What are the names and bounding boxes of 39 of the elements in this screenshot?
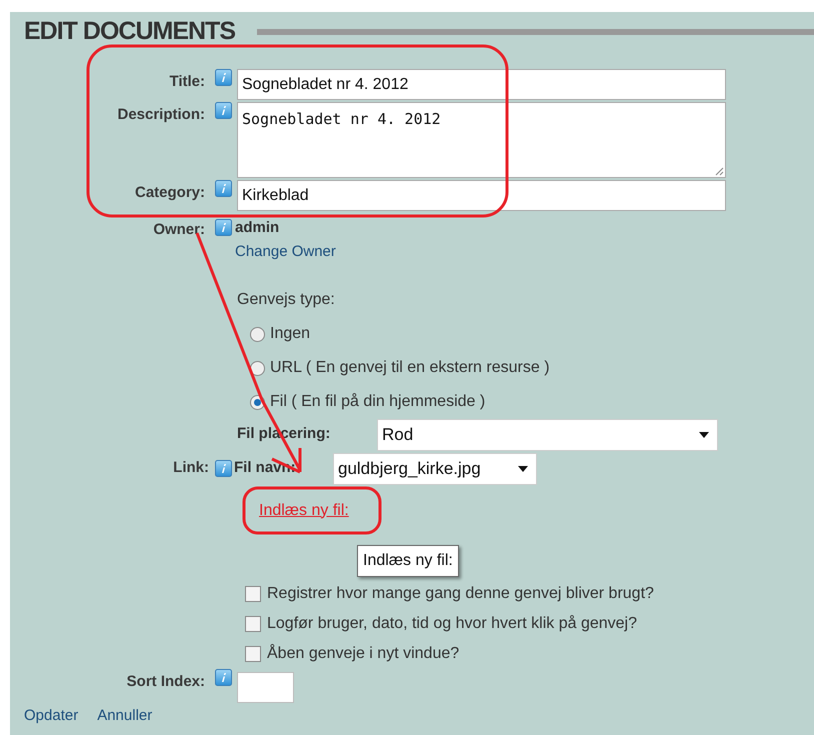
checkbox[interactable] [245, 616, 261, 632]
info-icon[interactable] [215, 460, 232, 477]
sort-index-input[interactable] [237, 672, 294, 702]
caret-icon [699, 432, 709, 438]
action-link[interactable]: Annuller [97, 704, 152, 727]
owner-label: Owner: [152, 220, 206, 240]
action-link[interactable]: Opdater [24, 704, 78, 727]
checkbox-label: Logfør bruger, dato, tid og hvor hvert klik på genvej? [267, 614, 637, 634]
tooltip: Indlæs ny fil: [357, 544, 459, 576]
checkbox[interactable] [245, 586, 261, 602]
radio-label: Fil ( En fil på din hjemmeside ) [270, 392, 486, 412]
change-owner-link[interactable]: Change Owner [235, 241, 336, 264]
page-heading: EDIT DOCUMENTS [24, 16, 235, 48]
text-input[interactable]: Kirkeblad [237, 180, 726, 211]
file-location-select[interactable]: Rod [377, 418, 718, 450]
info-icon[interactable] [215, 668, 232, 686]
radio-button[interactable] [250, 326, 265, 342]
radio-label: Ingen [270, 324, 310, 344]
owner-value: admin [235, 219, 280, 237]
radio-button[interactable] [250, 360, 265, 376]
field-label: Description: [116, 105, 206, 125]
caret-icon [518, 466, 528, 472]
text-input[interactable]: Sognebladet nr 4. 2012 [237, 69, 726, 100]
radio-label: URL ( En genvej til en ekstern resurse ) [270, 358, 550, 378]
info-icon[interactable] [215, 69, 232, 86]
field-label: Title: [168, 72, 206, 92]
checkbox-label: Registrer hvor mange gang denne genvej bliver brugt? [267, 584, 654, 604]
field-label: Category: [134, 183, 206, 203]
description-textarea[interactable]: Sognebladet nr 4. 2012 [237, 102, 726, 178]
info-icon[interactable] [215, 102, 232, 119]
checkbox-label: Åben genveje i nyt vindue? [267, 643, 460, 664]
shortcut-type-label: Genvejs type: [237, 290, 336, 310]
file-name-select[interactable]: guldbjerg_kirke.jpg [333, 452, 537, 484]
link-label: Link: [172, 458, 210, 478]
resize-grip-icon[interactable] [715, 167, 724, 176]
info-icon[interactable] [215, 219, 232, 236]
sort-index-label: Sort Index: [126, 672, 206, 692]
info-icon[interactable] [215, 180, 232, 197]
checkbox[interactable] [245, 646, 261, 662]
